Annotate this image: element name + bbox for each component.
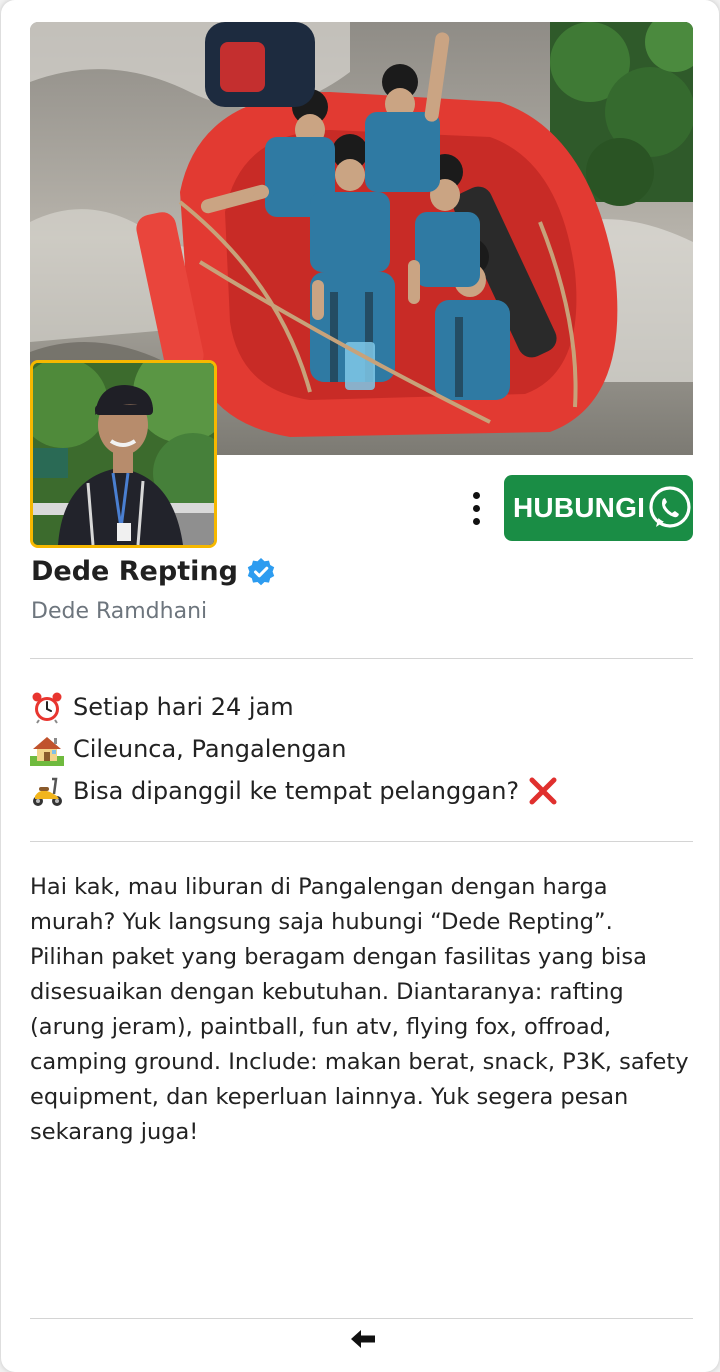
house-icon [30,737,64,766]
secondary-name: Dede Ramdhani [31,599,208,624]
display-name: Dede Repting [31,556,238,587]
info-item-hours: Setiap hari 24 jam [30,686,559,728]
contact-button-label: HUBUNGI [513,492,646,523]
whatsapp-icon [649,486,691,528]
divider [30,841,693,842]
info-text-hours: Setiap hari 24 jam [73,693,294,721]
scooter-icon [33,777,62,806]
divider [30,658,693,659]
profile-description: Hai kak, mau liburan di Pangalengan deng… [30,874,689,1145]
info-text-visit: Bisa dipanggil ke tempat pelanggan? [73,777,520,805]
alarm-clock-icon [32,692,62,724]
info-list: Setiap hari 24 jam Cileunca, Pangalengan [30,686,559,812]
profile-card: HUBUNGI Dede Repting Dede Ramdhani Setia… [1,0,719,1372]
divider [30,1318,693,1319]
avatar[interactable] [30,360,217,548]
contact-whatsapp-button[interactable]: HUBUNGI [504,475,693,541]
info-item-visit: Bisa dipanggil ke tempat pelanggan? [30,770,559,812]
info-text-location: Cileunca, Pangalengan [73,735,347,763]
back-arrow-icon[interactable] [350,1328,376,1350]
verified-badge-icon [247,557,275,585]
name-row: Dede Repting [31,556,276,587]
info-item-location: Cileunca, Pangalengan [30,728,559,770]
more-vertical-icon [472,491,480,499]
cross-mark-icon [529,777,557,805]
more-options-button[interactable] [459,488,493,528]
